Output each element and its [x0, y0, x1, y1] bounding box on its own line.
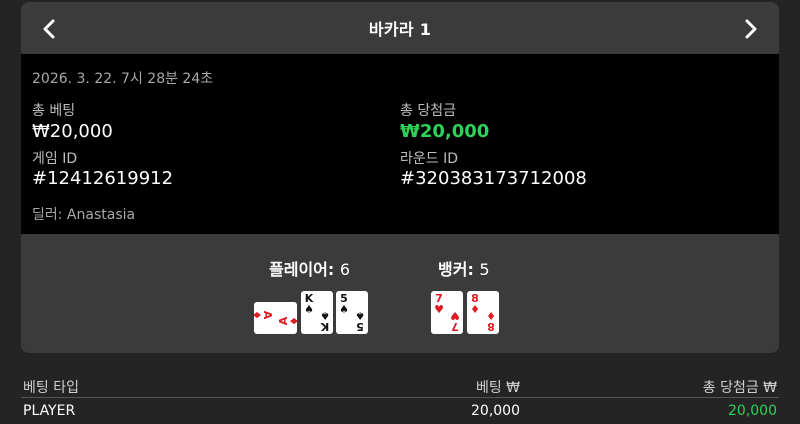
player-result: 플레이어: 6: [269, 256, 350, 280]
header-bet-type: 베팅 타입: [23, 380, 79, 396]
header-total-win: 총 당첨금 ₩: [702, 380, 777, 396]
banker-score: 5: [479, 260, 490, 279]
player-card-2-corner-top: K ♠: [304, 292, 314, 316]
player-score: 6: [339, 260, 351, 279]
total-bet-label: 총 베팅: [32, 103, 76, 119]
player-card-2-corner-bottom: K ♠: [320, 309, 330, 333]
player-card-1-corner-top: A♦: [254, 310, 274, 320]
game-title: 바카라 1: [368, 20, 432, 39]
banker-card-2-corner-top: 8 ♦: [470, 292, 480, 316]
row-bet-type: PLAYER: [23, 403, 76, 419]
player-card-3-corner-bottom: 5 ♠: [355, 309, 365, 333]
total-win-value: ₩20,000: [400, 121, 490, 142]
player-card-1: A♦ A♦: [254, 302, 297, 334]
banker-card-1-corner-bottom: 7 ♥: [450, 309, 460, 333]
player-label: 플레이어:: [269, 260, 335, 279]
round-datetime: 2026. 3. 22. 7시 28분 24초: [32, 71, 214, 87]
bet-table: 베팅 타입 베팅 ₩ 총 당첨금 ₩ PLAYER 20,000 20,000: [21, 372, 779, 424]
row-total-win: 20,000: [728, 403, 777, 419]
player-card-3-corner-top: 5 ♠: [339, 292, 349, 316]
banker-card-1: 7 ♥ 7 ♥: [431, 291, 463, 334]
round-info-panel: 2026. 3. 22. 7시 28분 24초 총 베팅 ₩20,000 총 당…: [21, 54, 779, 234]
bet-table-header: 베팅 타입 베팅 ₩ 총 당첨금 ₩: [21, 372, 779, 398]
round-id-label: 라운드 ID: [400, 151, 458, 167]
player-card-2: K ♠ K ♠: [301, 291, 333, 334]
round-result: 플레이어: 6 뱅커: 5 A♦ A♦ K♠ K♠ 5♠ 5♠ 7♥ 7♥ 8♦…: [21, 234, 779, 353]
banker-card-2: 8 ♦ 8 ♦: [467, 291, 499, 334]
banker-card-2-corner-bottom: 8 ♦: [486, 309, 496, 333]
banker-label: 뱅커:: [438, 260, 474, 279]
next-round-button[interactable]: [737, 15, 765, 43]
game-history-card: 바카라 1 2026. 3. 22. 7시 28분 24초 총 베팅 ₩20,0…: [21, 2, 779, 353]
chevron-left-icon: [43, 19, 55, 39]
player-card-3: 5 ♠ 5 ♠: [336, 291, 368, 334]
previous-round-button[interactable]: [35, 15, 63, 43]
header-bet-amount: 베팅 ₩: [475, 380, 520, 396]
chevron-right-icon: [745, 19, 757, 39]
game-id-value: #12412619912: [32, 168, 174, 189]
total-win-label: 총 당첨금: [400, 103, 456, 119]
player-card-1-corner-bottom: A♦: [277, 316, 297, 326]
round-id-value: #320383173712008: [400, 168, 587, 189]
total-bet-value: ₩20,000: [32, 121, 113, 142]
game-id-label: 게임 ID: [32, 151, 78, 167]
banker-result: 뱅커: 5: [438, 256, 490, 280]
header: 바카라 1: [21, 2, 779, 54]
row-bet-amount: 20,000: [471, 403, 520, 419]
banker-card-1-corner-top: 7 ♥: [434, 292, 444, 316]
dealer-name: 딜러: Anastasia: [32, 207, 136, 223]
table-row: PLAYER 20,000 20,000: [21, 398, 779, 424]
